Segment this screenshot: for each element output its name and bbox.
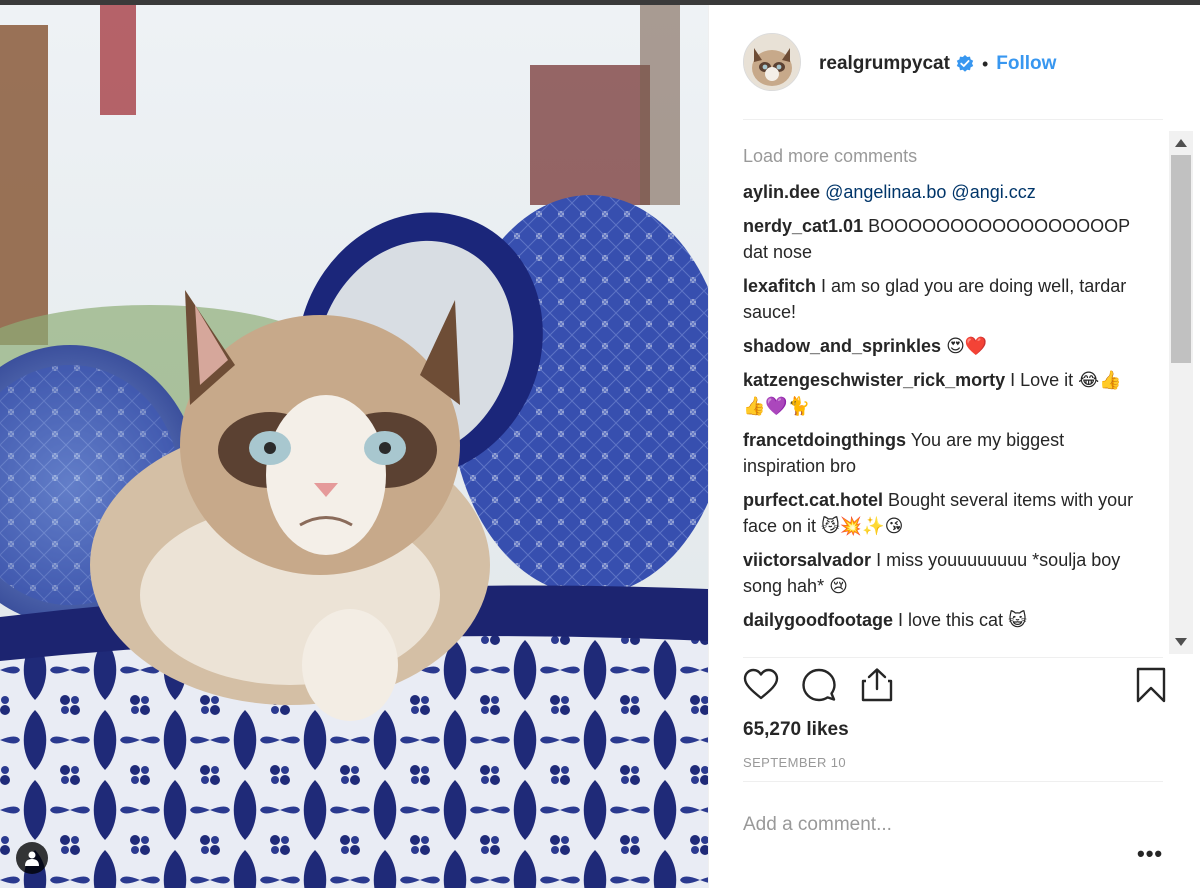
- user-icon: [25, 851, 39, 866]
- share-button[interactable]: [859, 667, 895, 703]
- comment-item: dailygoodfootage I love this cat 😺: [743, 607, 1137, 633]
- avatar[interactable]: [743, 33, 801, 91]
- comment-item: francetdoingthings You are my biggest in…: [743, 427, 1137, 479]
- comment-item: viictorsalvador I miss youuuuuuuu *soulj…: [743, 547, 1137, 599]
- comment-mentions[interactable]: @angelinaa.bo @angi.ccz: [825, 182, 1036, 202]
- post-photo[interactable]: [0, 5, 708, 888]
- tagged-users-button[interactable]: [16, 842, 48, 874]
- comment-box-divider: [743, 781, 1163, 782]
- comment-button[interactable]: [801, 667, 837, 703]
- comment-username[interactable]: purfect.cat.hotel: [743, 490, 883, 510]
- post-side-panel: realgrumpycat • Follow Load more comment…: [708, 5, 1200, 888]
- actions-divider: [743, 657, 1163, 658]
- share-icon: [861, 668, 893, 702]
- verified-badge-icon: [956, 55, 974, 73]
- comment-username[interactable]: lexafitch: [743, 276, 816, 296]
- more-options-button[interactable]: •••: [1137, 841, 1163, 867]
- comments-scrollbar[interactable]: [1169, 131, 1193, 654]
- follow-button[interactable]: Follow: [996, 53, 1056, 75]
- add-comment-input[interactable]: [743, 811, 1073, 839]
- comment-username[interactable]: dailygoodfootage: [743, 610, 893, 630]
- heart-icon: [743, 668, 779, 700]
- scrollbar-thumb[interactable]: [1171, 155, 1191, 363]
- comment-item: nerdy_cat1.01 BOOOOOOOOOOOOOOOOOP dat no…: [743, 213, 1137, 265]
- comment-text: 😍❤️: [946, 336, 988, 356]
- comment-item: lexafitch I am so glad you are doing wel…: [743, 273, 1137, 325]
- comment-item: purfect.cat.hotel Bought several items w…: [743, 487, 1137, 539]
- username[interactable]: realgrumpycat: [819, 53, 950, 75]
- post-date[interactable]: SEPTEMBER 10: [743, 755, 846, 770]
- comment-username[interactable]: viictorsalvador: [743, 550, 871, 570]
- cat-photo-illustration: [0, 5, 708, 888]
- post-header: realgrumpycat • Follow: [709, 5, 1200, 119]
- comments-list[interactable]: Load more comments aylin.dee @angelinaa.…: [743, 133, 1137, 653]
- cat-avatar-image: [744, 34, 800, 90]
- scroll-up-arrow-icon[interactable]: [1175, 139, 1187, 147]
- comment-username[interactable]: nerdy_cat1.01: [743, 216, 863, 236]
- comment-username[interactable]: katzengeschwister_rick_morty: [743, 370, 1005, 390]
- comment-text: I love this cat 😺: [898, 610, 1027, 630]
- username-row: realgrumpycat • Follow: [819, 51, 1056, 77]
- scroll-down-arrow-icon[interactable]: [1175, 638, 1187, 646]
- comment-item: shadow_and_sprinkles 😍❤️: [743, 333, 1137, 359]
- separator-dot: •: [981, 53, 989, 74]
- header-divider: [743, 119, 1163, 120]
- save-button[interactable]: [1133, 667, 1169, 703]
- post-actions-bar: [743, 667, 1166, 707]
- comment-item: katzengeschwister_rick_morty I Love it 😂…: [743, 367, 1137, 419]
- like-button[interactable]: [743, 667, 779, 703]
- comment-username[interactable]: francetdoingthings: [743, 430, 906, 450]
- comment-item: aylin.dee @angelinaa.bo @angi.ccz: [743, 179, 1137, 205]
- comment-username[interactable]: aylin.dee: [743, 182, 820, 202]
- load-more-comments-button[interactable]: Load more comments: [743, 143, 1137, 169]
- likes-count[interactable]: 65,270 likes: [743, 719, 849, 741]
- comment-username[interactable]: shadow_and_sprinkles: [743, 336, 941, 356]
- bookmark-icon: [1136, 667, 1166, 703]
- comment-icon: [802, 668, 836, 702]
